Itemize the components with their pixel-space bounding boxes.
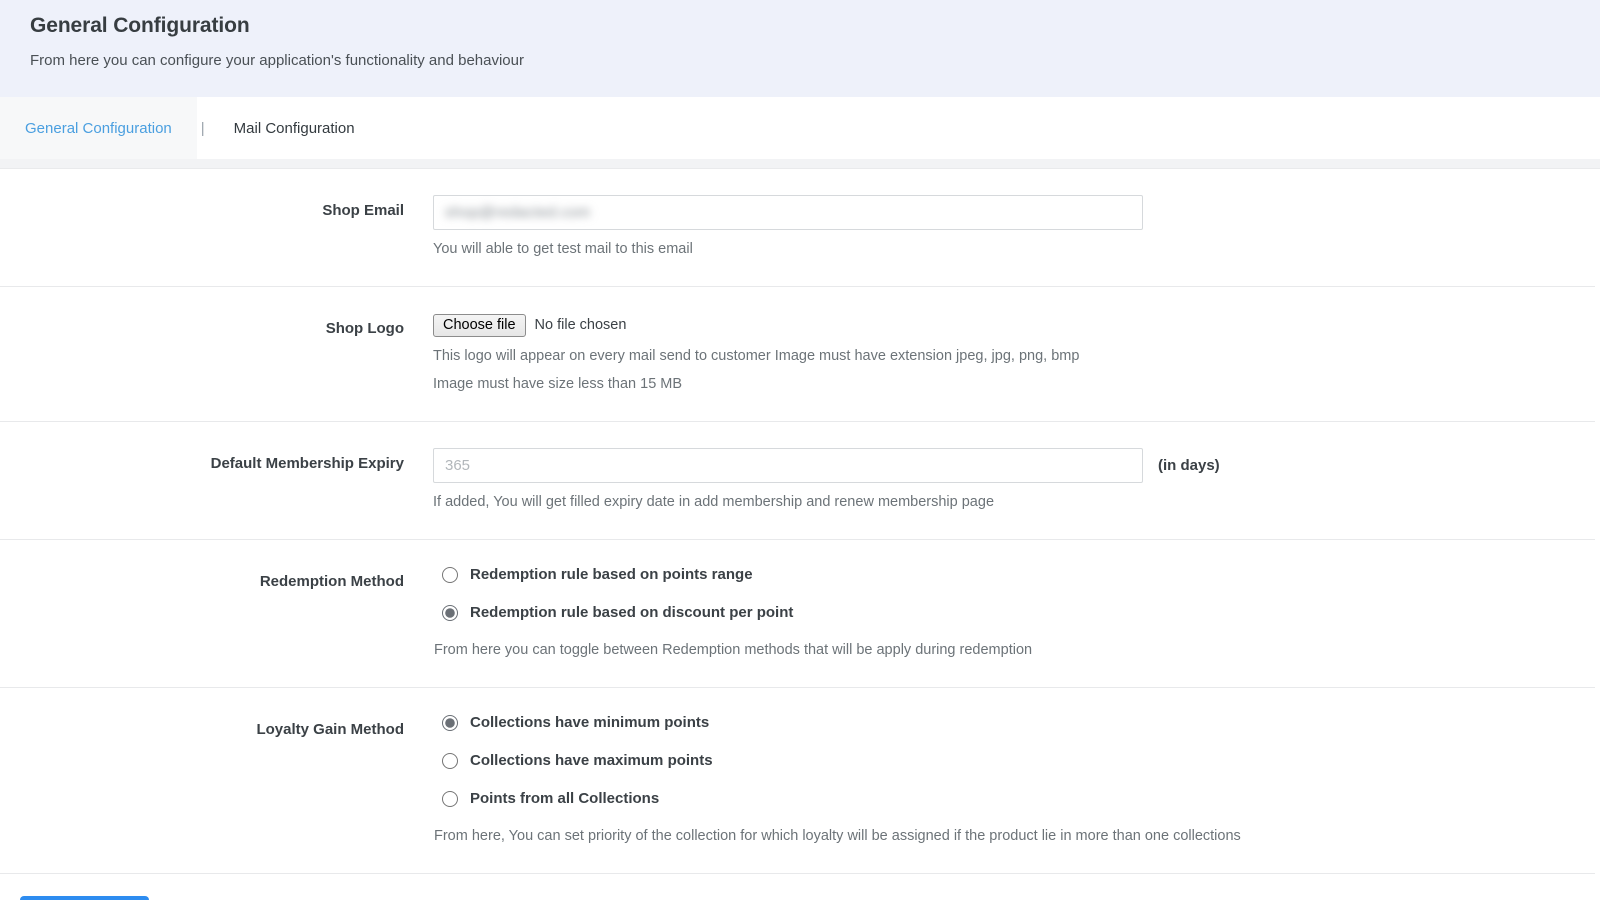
page-header: General Configuration From here you can … bbox=[0, 0, 1600, 97]
loyalty-gain-method-field-group: Collections have minimum points Collecti… bbox=[433, 714, 1595, 847]
page-subtitle: From here you can configure your applica… bbox=[30, 52, 524, 69]
radio-label-redemption-points-range: Redemption rule based on points range bbox=[470, 566, 753, 583]
tab-general-configuration-label: General Configuration bbox=[25, 119, 172, 137]
shop-logo-file-input[interactable]: Choose file No file chosen bbox=[433, 313, 1575, 337]
radio-input-collections-maximum-points[interactable] bbox=[442, 752, 458, 769]
tab-bar: General Configuration | Mail Configurati… bbox=[0, 97, 1600, 159]
radio-label-points-from-all-collections: Points from all Collections bbox=[470, 790, 660, 807]
radio-input-redemption-discount-per-point[interactable] bbox=[442, 604, 458, 621]
tab-general-configuration[interactable]: General Configuration bbox=[0, 97, 197, 159]
tab-mail-configuration-label: Mail Configuration bbox=[233, 119, 355, 137]
tab-separator: | bbox=[200, 119, 205, 137]
form-footer: Save bbox=[0, 874, 1600, 900]
shop-logo-hint-line2: Image must have size less than 15 MB bbox=[433, 376, 683, 392]
row-loyalty-gain-method: Loyalty Gain Method Collections have min… bbox=[0, 688, 1595, 874]
shop-email-label: Shop Email bbox=[322, 202, 404, 219]
radio-label-redemption-discount-per-point: Redemption rule based on discount per po… bbox=[470, 604, 794, 621]
membership-expiry-inline: (in days) bbox=[433, 448, 1575, 483]
shop-logo-hint-line1: This logo will appear on every mail send… bbox=[433, 348, 1080, 364]
choose-file-button[interactable]: Choose file bbox=[433, 313, 526, 337]
radio-input-redemption-points-range[interactable] bbox=[442, 566, 458, 583]
membership-expiry-field-group: (in days) If added, You will get filled … bbox=[433, 448, 1595, 513]
shop-logo-label: Shop Logo bbox=[325, 320, 404, 337]
row-shop-logo: Shop Logo Choose file No file chosen Thi… bbox=[0, 287, 1595, 422]
tab-underline-divider bbox=[0, 159, 1600, 169]
radio-redemption-points-range[interactable]: Redemption rule based on points range bbox=[433, 566, 1575, 583]
radio-label-collections-maximum-points: Collections have maximum points bbox=[470, 752, 713, 769]
redemption-method-label: Redemption Method bbox=[259, 573, 404, 590]
radio-input-collections-minimum-points[interactable] bbox=[442, 714, 458, 731]
membership-expiry-hint: If added, You will get filled expiry dat… bbox=[433, 494, 995, 510]
page-title: General Configuration bbox=[30, 14, 250, 37]
redemption-method-field-group: Redemption rule based on points range Re… bbox=[433, 566, 1595, 661]
redemption-method-hint: From here you can toggle between Redempt… bbox=[434, 642, 1033, 658]
tab-mail-configuration[interactable]: Mail Configuration bbox=[208, 97, 380, 159]
shop-logo-field-group: Choose file No file chosen This logo wil… bbox=[433, 313, 1595, 395]
radio-input-points-from-all-collections[interactable] bbox=[442, 790, 458, 807]
radio-redemption-discount-per-point[interactable]: Redemption rule based on discount per po… bbox=[433, 604, 1575, 621]
loyalty-gain-method-label: Loyalty Gain Method bbox=[256, 721, 404, 738]
membership-expiry-suffix: (in days) bbox=[1158, 457, 1220, 474]
file-chosen-status: No file chosen bbox=[534, 317, 627, 333]
configuration-form: Shop Email shop@redacted.com You will ab… bbox=[0, 169, 1600, 874]
radio-collections-maximum-points[interactable]: Collections have maximum points bbox=[433, 752, 1575, 769]
shop-email-field-group: shop@redacted.com You will able to get t… bbox=[433, 195, 1595, 260]
membership-expiry-label: Default Membership Expiry bbox=[210, 455, 404, 472]
radio-label-collections-minimum-points: Collections have minimum points bbox=[470, 714, 710, 731]
row-shop-email: Shop Email shop@redacted.com You will ab… bbox=[0, 169, 1595, 287]
shop-email-input-wrap: shop@redacted.com bbox=[433, 195, 1143, 230]
radio-collections-minimum-points[interactable]: Collections have minimum points bbox=[433, 714, 1575, 731]
radio-points-from-all-collections[interactable]: Points from all Collections bbox=[433, 790, 1575, 807]
shop-email-hint: You will able to get test mail to this e… bbox=[433, 241, 693, 257]
shop-email-input[interactable] bbox=[433, 195, 1143, 230]
loyalty-gain-method-hint: From here, You can set priority of the c… bbox=[434, 828, 1241, 844]
save-button[interactable]: Save bbox=[20, 896, 149, 900]
row-membership-expiry: Default Membership Expiry (in days) If a… bbox=[0, 422, 1595, 540]
row-redemption-method: Redemption Method Redemption rule based … bbox=[0, 540, 1595, 688]
membership-expiry-input[interactable] bbox=[433, 448, 1143, 483]
